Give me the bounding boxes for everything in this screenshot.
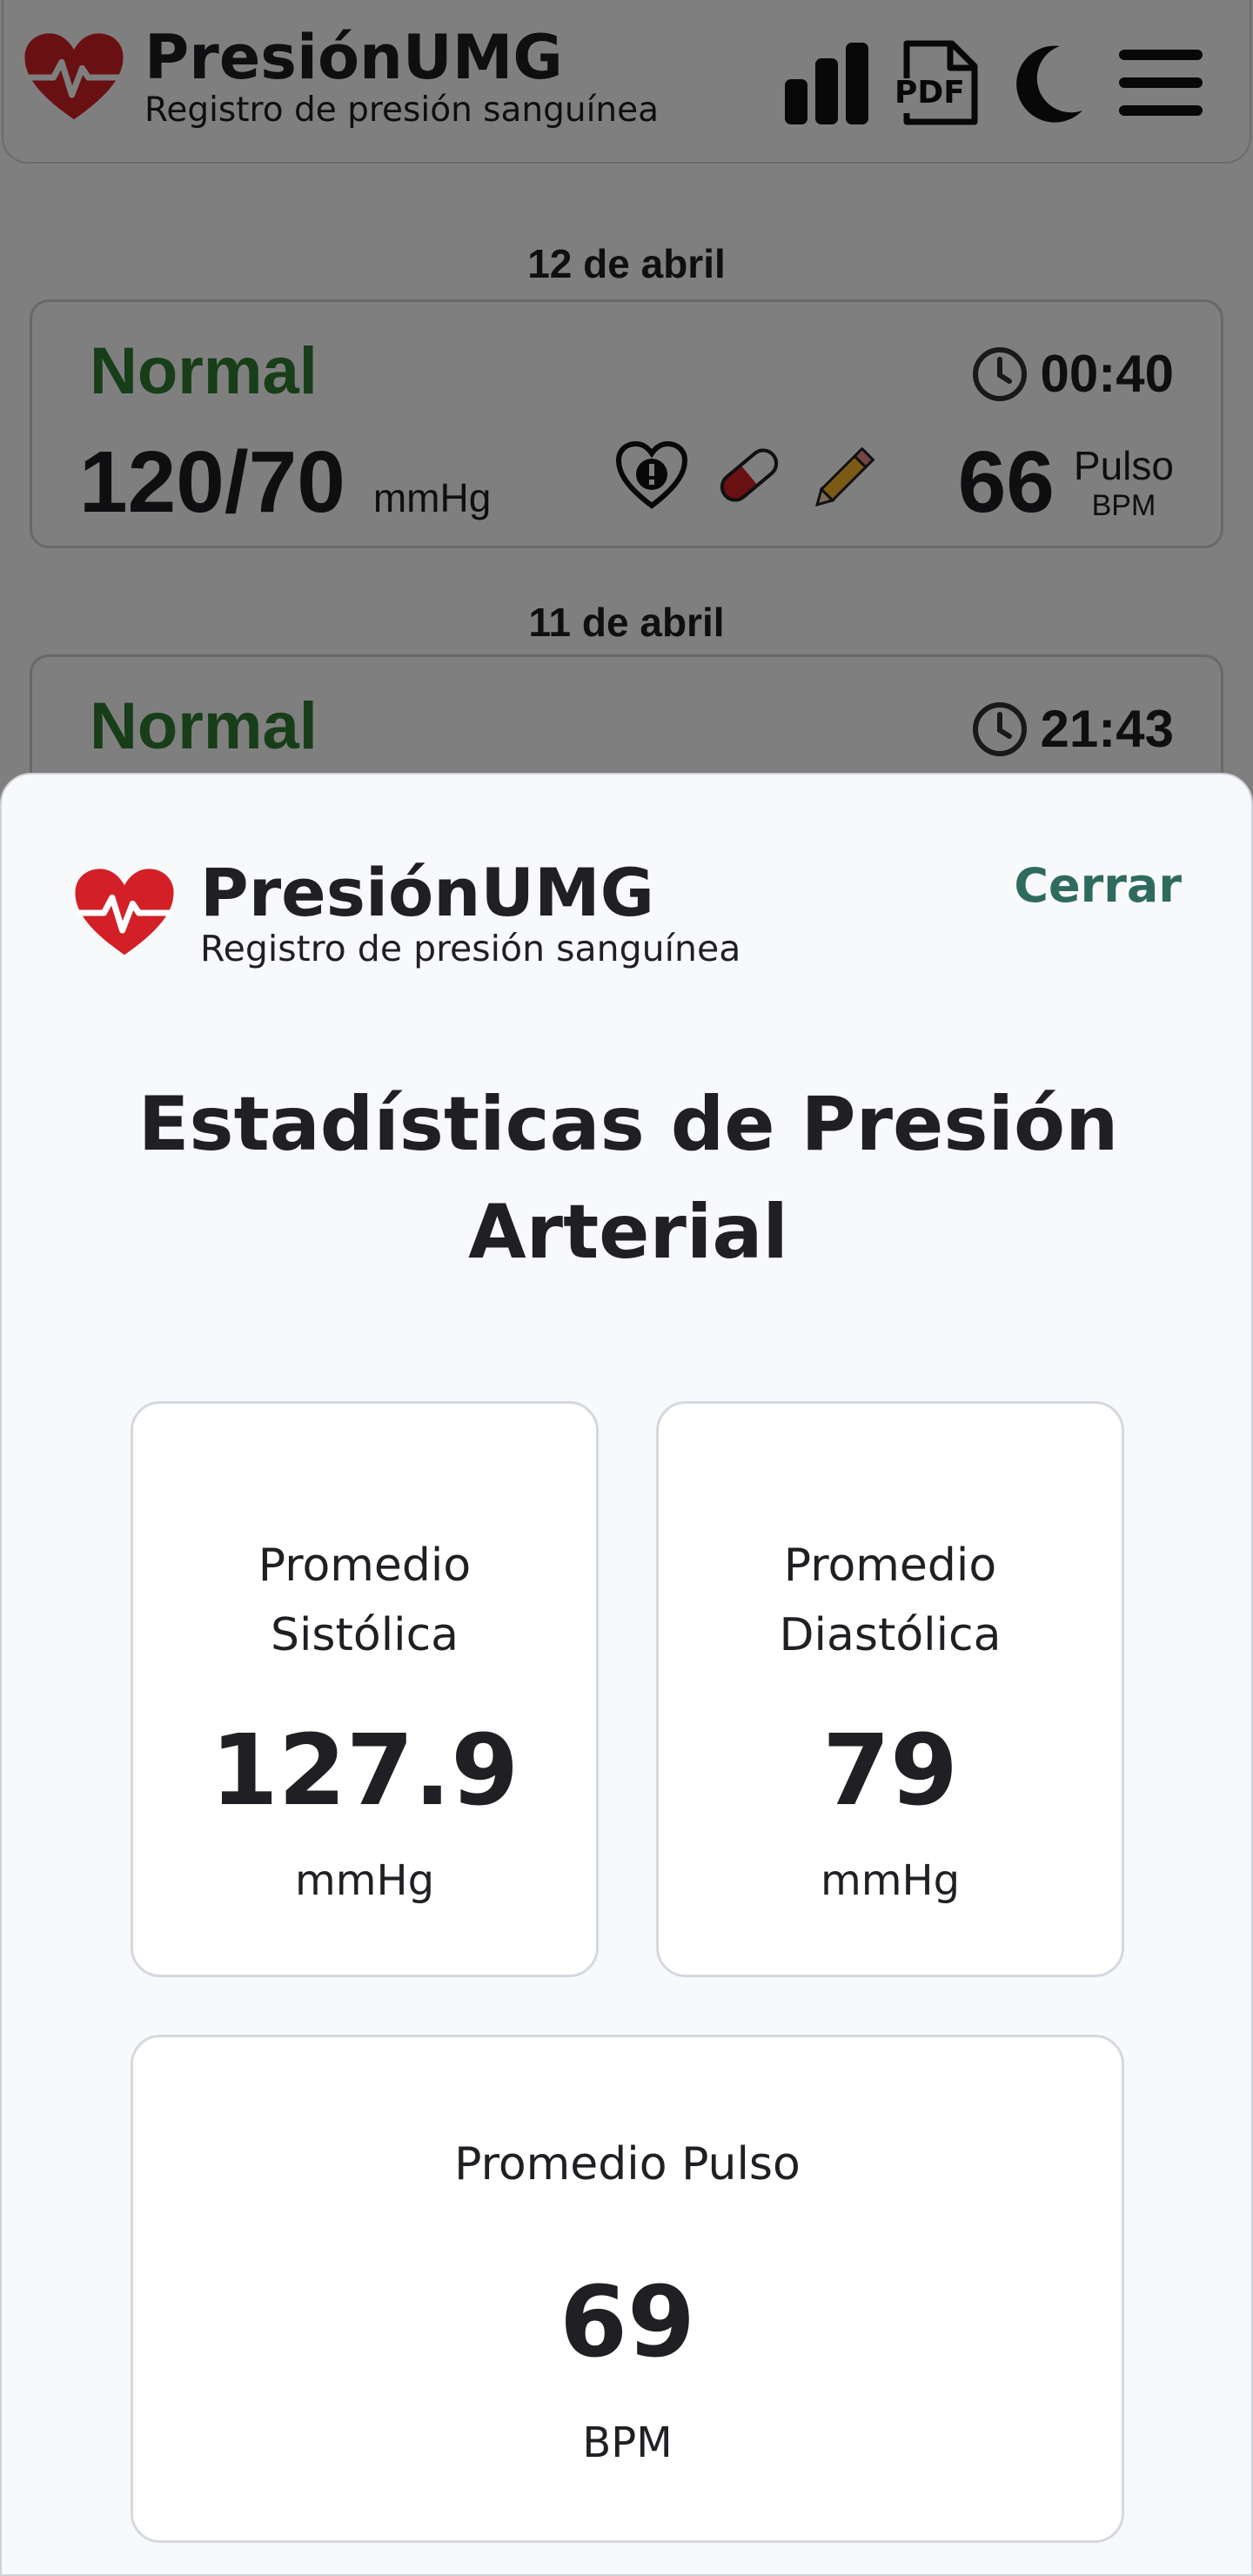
stat-label: Promedio Diastólica [659,1531,1122,1670]
page-title-line2: Arterial [468,1189,788,1276]
statistics-sheet: PresiónUMG Registro de presión sanguínea… [0,773,1253,2576]
stat-value: 69 [559,2266,695,2379]
sheet-brand: PresiónUMG Registro de presión sanguínea [73,858,740,968]
stat-label-line1: Promedio [258,1540,472,1592]
heart-logo-icon [75,869,174,956]
stat-label-line1: Promedio [783,1540,997,1592]
page-title-line1: Estadísticas de Presión [137,1081,1119,1168]
stat-unit: mmHg [820,1856,961,1905]
stat-card-systolic: Promedio Sistólica 127.9 mmHg [131,1401,599,1977]
close-button[interactable]: Cerrar [1014,858,1182,913]
stat-card-diastolic: Promedio Diastólica 79 mmHg [656,1401,1124,1977]
sheet-app-title: PresiónUMG [200,854,655,931]
stat-value: 127.9 [210,1714,519,1828]
sheet-app-subtitle: Registro de presión sanguínea [200,928,741,969]
stat-value: 79 [822,1714,958,1828]
stat-label-line2: Diastólica [779,1609,1002,1661]
stat-unit: mmHg [294,1856,435,1905]
stat-unit: BPM [582,2418,673,2467]
stat-label: Promedio Sistólica [133,1531,596,1670]
stat-label: Promedio Pulso [454,2138,801,2190]
stat-label-line2: Sistólica [270,1609,459,1661]
page-title: Estadísticas de Presión Arterial [2,1070,1253,1286]
stat-card-pulse: Promedio Pulso 69 BPM [131,2035,1124,2543]
